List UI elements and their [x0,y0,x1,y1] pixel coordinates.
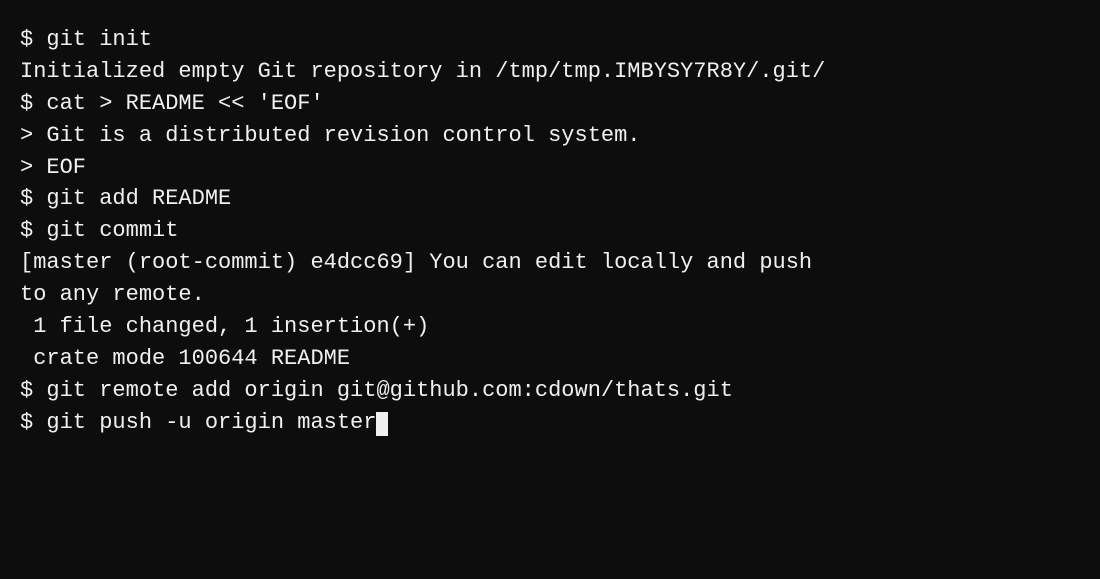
terminal-line: 1 file changed, 1 insertion(+) [20,311,1080,343]
terminal-line: > EOF [20,152,1080,184]
terminal-line: [master (root-commit) e4dcc69] You can e… [20,247,1080,279]
terminal-line: $ cat > README << 'EOF' [20,88,1080,120]
terminal-line: $ git commit [20,215,1080,247]
terminal-line: $ git init [20,24,1080,56]
terminal-window[interactable]: $ git initInitialized empty Git reposito… [0,0,1100,579]
terminal-line: to any remote. [20,279,1080,311]
terminal-line: crate mode 100644 README [20,343,1080,375]
terminal-line: $ git add README [20,183,1080,215]
terminal-line: $ git push -u origin master [20,407,1080,439]
terminal-cursor [376,412,388,436]
terminal-line: Initialized empty Git repository in /tmp… [20,56,1080,88]
terminal-line: > Git is a distributed revision control … [20,120,1080,152]
terminal-line: $ git remote add origin git@github.com:c… [20,375,1080,407]
